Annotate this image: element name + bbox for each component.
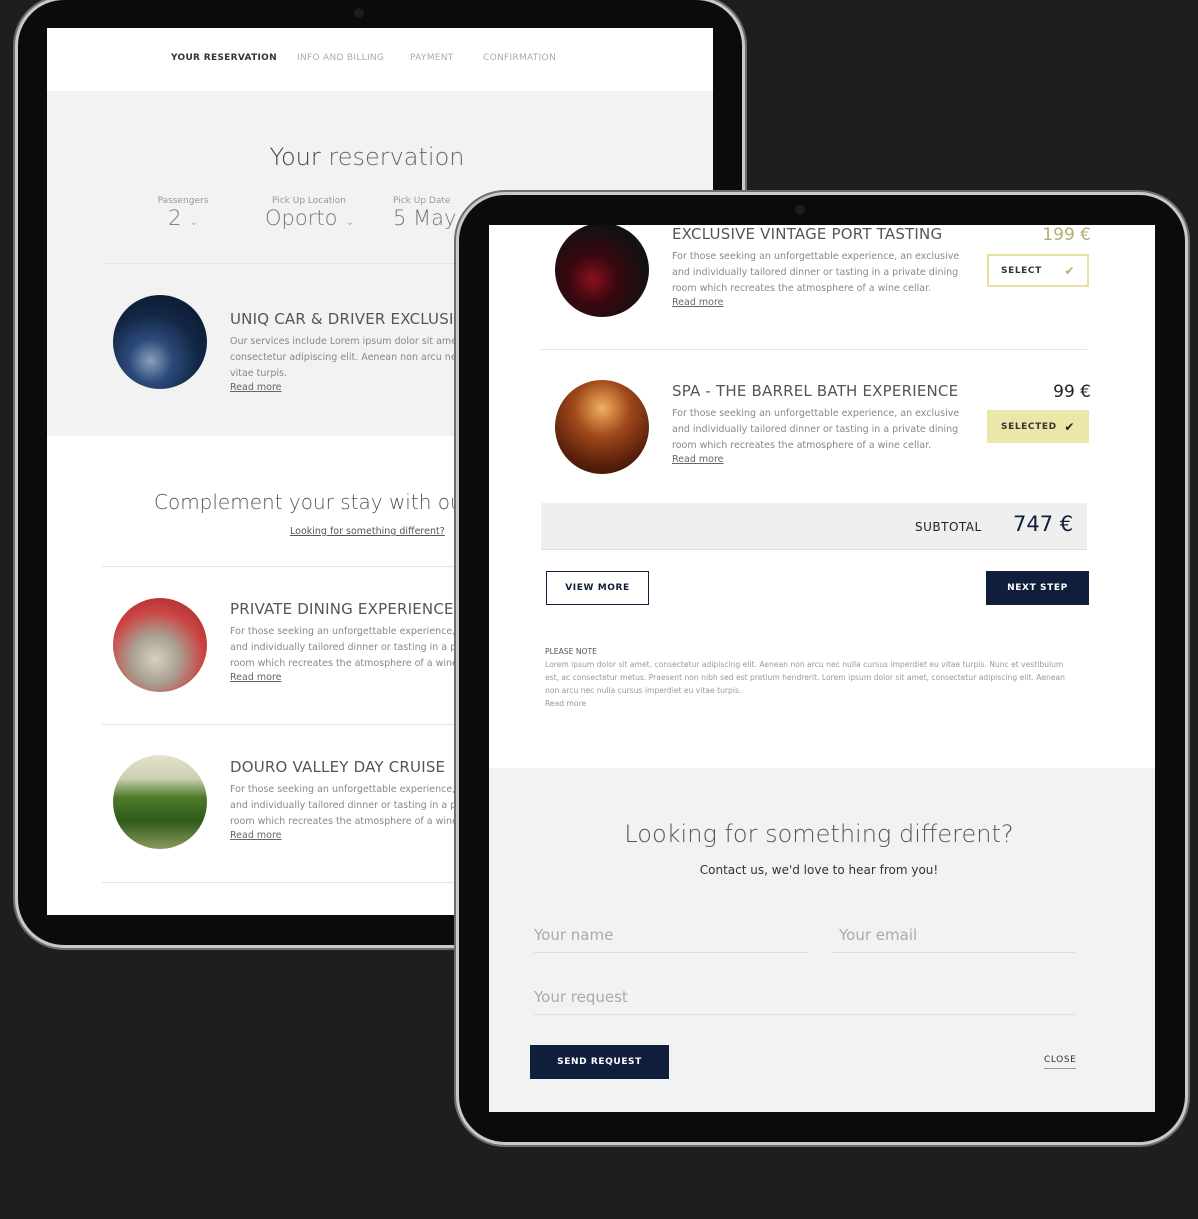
experience-title: EXCLUSIVE VINTAGE PORT TASTING xyxy=(672,225,943,243)
email-input[interactable]: Your email xyxy=(832,926,1075,953)
chevron-down-icon: ⌄ xyxy=(345,217,354,228)
request-input[interactable]: Your request xyxy=(534,988,1075,1015)
experience-title: SPA - THE BARREL BATH EXPERIENCE xyxy=(672,382,959,400)
camera-icon xyxy=(354,8,364,18)
divider xyxy=(541,349,1087,350)
location-value: Oporto xyxy=(265,206,338,230)
name-input[interactable]: Your name xyxy=(534,926,808,953)
dining-image xyxy=(113,598,207,692)
note-title: PLEASE NOTE xyxy=(545,647,597,656)
selected-button[interactable]: SELECTED ✔ xyxy=(987,410,1089,443)
experience-price: 199 € xyxy=(1042,225,1091,245)
date-label: Pick Up Date xyxy=(393,196,451,206)
complement-title: Complement your stay with our e xyxy=(154,490,490,514)
step-payment[interactable]: PAYMENT xyxy=(410,53,454,63)
step-info-billing[interactable]: INFO AND BILLING xyxy=(297,53,384,63)
contact-section: Looking for something different? Contact… xyxy=(489,768,1155,1112)
read-more-link[interactable]: Read more xyxy=(672,297,972,308)
note-text: Lorem ipsum dolor sit amet, consectetur … xyxy=(545,660,1065,695)
page-title: Your reservation xyxy=(47,143,687,171)
select-label: SELECT xyxy=(1001,265,1042,276)
right-tablet-screen: EXCLUSIVE VINTAGE PORT TASTING For those… xyxy=(489,225,1155,1112)
cruise-image xyxy=(113,755,207,849)
spa-image xyxy=(555,380,649,474)
camera-icon xyxy=(795,205,805,215)
experience-desc: For those seeking an unforgettable exper… xyxy=(672,251,960,294)
view-more-button[interactable]: VIEW MORE xyxy=(546,571,649,605)
experience-desc: For those seeking an unforgettable exper… xyxy=(672,408,960,451)
car-image xyxy=(113,295,207,389)
passengers-select[interactable]: Passengers 2 ⌄ xyxy=(155,196,211,230)
title-bold: Your xyxy=(269,143,321,171)
step-your-reservation[interactable]: YOUR RESERVATION xyxy=(171,53,277,63)
looking-different-link[interactable]: Looking for something different? xyxy=(290,526,445,537)
step-confirmation[interactable]: CONFIRMATION xyxy=(483,53,556,63)
note-read-more-link[interactable]: Read more xyxy=(545,697,1070,710)
select-button[interactable]: SELECT ✔ xyxy=(987,254,1089,287)
car-desc: Our services include Lorem ipsum dolor s… xyxy=(230,336,464,379)
send-request-button[interactable]: SEND REQUEST xyxy=(530,1045,669,1079)
experience-price: 99 € xyxy=(1053,382,1091,402)
read-more-link[interactable]: Read more xyxy=(672,454,972,465)
subtotal-bar: SUBTOTAL 747 € xyxy=(541,503,1087,550)
location-label: Pick Up Location xyxy=(272,196,346,206)
please-note: PLEASE NOTE Lorem ipsum dolor sit amet, … xyxy=(545,645,1070,710)
close-button[interactable]: CLOSE xyxy=(1044,1055,1077,1069)
experience-item: EXCLUSIVE VINTAGE PORT TASTING For those… xyxy=(672,225,972,308)
contact-title: Looking for something different? xyxy=(624,820,1014,848)
port-image xyxy=(555,225,649,317)
check-icon: ✔ xyxy=(1064,263,1075,278)
selected-label: SELECTED xyxy=(1001,421,1057,432)
right-tablet-frame: EXCLUSIVE VINTAGE PORT TASTING For those… xyxy=(459,195,1185,1142)
pickup-location-select[interactable]: Pick Up Location Oporto ⌄ xyxy=(265,196,354,230)
passengers-value: 2 xyxy=(168,206,182,230)
passengers-label: Passengers xyxy=(157,196,209,206)
next-step-button[interactable]: NEXT STEP xyxy=(986,571,1089,605)
subtotal-value: 747 € xyxy=(1013,512,1074,536)
chevron-down-icon: ⌄ xyxy=(189,217,198,228)
step-nav: YOUR RESERVATION INFO AND BILLING PAYMEN… xyxy=(47,28,713,91)
title-rest: reservation xyxy=(320,143,465,171)
check-icon: ✔ xyxy=(1064,419,1075,434)
subtotal-label: SUBTOTAL xyxy=(915,520,982,534)
contact-subtitle: Contact us, we'd love to hear from you! xyxy=(699,863,939,877)
experience-item: SPA - THE BARREL BATH EXPERIENCE For tho… xyxy=(672,382,972,465)
